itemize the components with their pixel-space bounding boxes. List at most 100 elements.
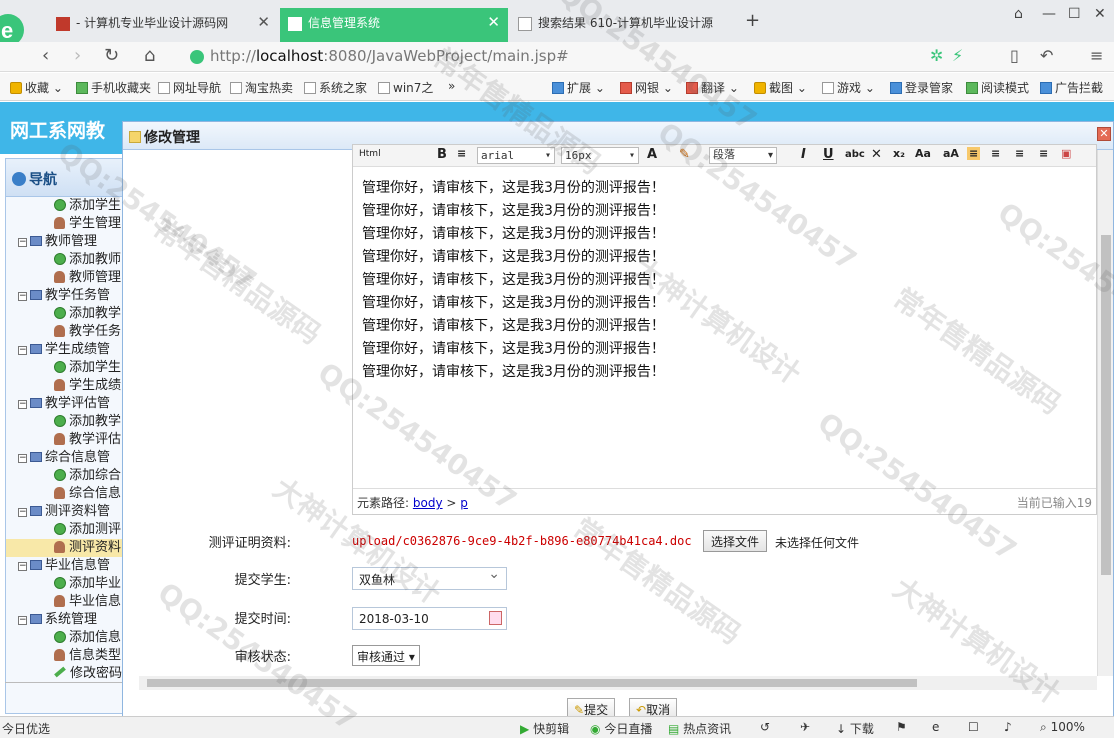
new-tab-icon[interactable]: +: [745, 10, 760, 31]
flag-icon[interactable]: ⚑: [896, 720, 907, 734]
ext-extend[interactable]: 扩展 ⌄: [552, 79, 605, 96]
justify-icon[interactable]: ≡: [1039, 147, 1048, 160]
uppercase-icon[interactable]: Aa: [915, 147, 931, 160]
skin-icon[interactable]: ⌂: [1014, 6, 1023, 22]
tab-info-system[interactable]: 信息管理系统 ✕: [280, 8, 508, 42]
scroll-thumb[interactable]: [1101, 235, 1111, 575]
sidebar-item[interactable]: 学生成绩: [6, 377, 122, 395]
today-picks[interactable]: 今日优选: [2, 720, 50, 737]
sidebar-item[interactable]: 教师管理: [6, 269, 122, 287]
vertical-scrollbar[interactable]: [1097, 150, 1113, 676]
download-button[interactable]: ↓ 下载: [836, 720, 874, 737]
subscript-icon[interactable]: x₂: [893, 147, 905, 160]
url-input[interactable]: http://localhost:8080/JavaWebProject/mai…: [180, 45, 920, 69]
news-button[interactable]: ▤ 热点资讯: [668, 720, 731, 737]
sidebar-item[interactable]: 添加教学: [6, 305, 122, 323]
ext-adblock[interactable]: 广告拦截: [1040, 79, 1103, 96]
dialog-close-icon[interactable]: ✕: [1097, 127, 1111, 141]
reload-icon[interactable]: ↻: [104, 45, 119, 66]
accelerate-icon[interactable]: ✲: [930, 46, 943, 65]
lowercase-icon[interactable]: aA: [943, 147, 959, 160]
sidebar-group[interactable]: − 综合信息管: [6, 449, 122, 467]
history-icon[interactable]: ↺: [760, 720, 770, 734]
collapse-toggle-icon[interactable]: −: [18, 292, 27, 301]
paragraph-select[interactable]: 段落: [709, 147, 777, 164]
sidebar-item[interactable]: 测评资料: [6, 539, 122, 557]
calendar-icon[interactable]: [489, 611, 502, 625]
bookmark-favorites[interactable]: 收藏 ⌄: [10, 79, 63, 96]
sidebar-group[interactable]: − 毕业信息管: [6, 557, 122, 575]
sidebar-item[interactable]: 修改密码: [6, 665, 122, 683]
bookmark-taobao[interactable]: 淘宝热卖: [230, 79, 293, 96]
sidebar-group[interactable]: − 教学评估管: [6, 395, 122, 413]
align-left-icon[interactable]: ≡: [967, 147, 981, 160]
pin-icon[interactable]: ✈: [800, 720, 810, 734]
sidebar-item[interactable]: 教学任务: [6, 323, 122, 341]
html-button[interactable]: Html: [359, 149, 381, 159]
sidebar-item[interactable]: 添加教师: [6, 251, 122, 269]
sidebar-group[interactable]: − 教学任务管: [6, 287, 122, 305]
back-icon[interactable]: ‹: [42, 45, 49, 66]
ext-translate[interactable]: 翻译 ⌄: [686, 79, 739, 96]
align-right-icon[interactable]: ≡: [1015, 147, 1024, 160]
ext-games[interactable]: 游戏 ⌄: [822, 79, 875, 96]
sidebar-group[interactable]: − 系统管理: [6, 611, 122, 629]
forward-icon[interactable]: ›: [74, 45, 81, 66]
date-input[interactable]: 2018-03-10: [352, 607, 507, 630]
maximize-icon[interactable]: ☐: [1068, 6, 1081, 22]
bookmark-system[interactable]: 系统之家: [304, 79, 367, 96]
rich-text-editor[interactable]: Html B ≡ arial 16px A ✎ 段落 I U abc ✕ x₂ …: [352, 144, 1097, 515]
sidebar-item[interactable]: 学生管理: [6, 215, 122, 233]
image-icon[interactable]: ▣: [1061, 147, 1071, 160]
sidebar-group[interactable]: − 教师管理: [6, 233, 122, 251]
sidebar-item[interactable]: 综合信息: [6, 485, 122, 503]
ext-bank[interactable]: 网银 ⌄: [620, 79, 673, 96]
lightning-icon[interactable]: ⚡: [952, 46, 963, 65]
collapse-toggle-icon[interactable]: −: [18, 508, 27, 517]
undo-icon[interactable]: ↶: [1040, 46, 1053, 65]
horizontal-scrollbar[interactable]: [139, 676, 1097, 690]
bookmark-nav[interactable]: 网址导航: [158, 79, 221, 96]
close-tab-icon[interactable]: ✕: [487, 13, 500, 31]
volume-icon[interactable]: ♪: [1004, 720, 1012, 734]
ext-reader[interactable]: 阅读模式: [966, 79, 1029, 96]
collapse-toggle-icon[interactable]: −: [18, 238, 27, 247]
editor-content[interactable]: 管理你好，请审核下，这是我3月份的测评报告！ 管理你好，请审核下，这是我3月份的测…: [362, 177, 665, 384]
collapse-toggle-icon[interactable]: −: [18, 616, 27, 625]
sidebar-item[interactable]: 信息类型: [6, 647, 122, 665]
font-size-select[interactable]: 16px: [561, 147, 639, 164]
student-select[interactable]: 双鱼林: [352, 566, 507, 590]
bookmark-more[interactable]: »: [448, 79, 455, 93]
strike-icon[interactable]: abc: [845, 149, 865, 160]
ie-icon[interactable]: e: [932, 720, 939, 734]
collapse-toggle-icon[interactable]: −: [18, 346, 27, 355]
sidebar-item[interactable]: 添加学生: [6, 197, 122, 215]
ext-login[interactable]: 登录管家: [890, 79, 953, 96]
close-window-icon[interactable]: ✕: [1094, 6, 1106, 22]
sidebar-item[interactable]: 添加学生: [6, 359, 122, 377]
font-family-select[interactable]: arial: [477, 147, 555, 164]
sidebar-item[interactable]: 添加信息: [6, 629, 122, 647]
phone-icon[interactable]: ▯: [1010, 46, 1019, 65]
bold-button[interactable]: B: [437, 147, 447, 162]
sidebar-item[interactable]: 添加综合: [6, 467, 122, 485]
scroll-thumb[interactable]: [147, 679, 917, 687]
bookmark-mobile[interactable]: 手机收藏夹: [76, 79, 151, 96]
choose-file-button[interactable]: 选择文件: [703, 530, 768, 552]
home-icon[interactable]: ⌂: [144, 45, 155, 66]
path-body-link[interactable]: body: [413, 496, 443, 510]
clip-button[interactable]: ▶ 快剪辑: [520, 720, 569, 737]
tab-search-results[interactable]: 搜索结果 610-计算机毕业设计源: [510, 8, 736, 42]
minimize-icon[interactable]: —: [1042, 6, 1056, 22]
sidebar-item[interactable]: 毕业信息: [6, 593, 122, 611]
italic-button[interactable]: I: [801, 147, 806, 162]
sidebar-item[interactable]: 教学评估: [6, 431, 122, 449]
close-tab-icon[interactable]: ✕: [257, 13, 270, 31]
collapse-toggle-icon[interactable]: −: [18, 562, 27, 571]
menu-icon[interactable]: ≡: [1090, 46, 1103, 65]
zoom-control[interactable]: ⌕ 100%: [1040, 720, 1085, 735]
highlight-icon[interactable]: ✎: [679, 147, 690, 162]
eraser-icon[interactable]: ✕: [871, 147, 882, 162]
live-button[interactable]: ◉ 今日直播: [590, 720, 652, 737]
sidebar-group[interactable]: − 学生成绩管: [6, 341, 122, 359]
